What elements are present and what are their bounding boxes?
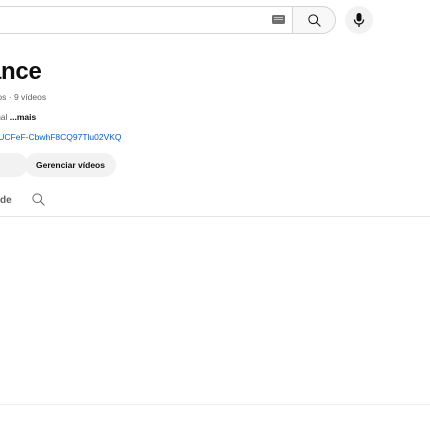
- search-button[interactable]: [292, 6, 336, 34]
- more-link[interactable]: ...mais: [10, 112, 36, 122]
- channel-description-text: e canal: [0, 112, 8, 122]
- channel-url-link[interactable]: l/UCFeF-CbwhF8CQ97Tlu02VKQ: [0, 132, 122, 142]
- search-icon[interactable]: [31, 192, 46, 212]
- channel-name: ance: [0, 58, 42, 85]
- voice-search-button[interactable]: [345, 6, 373, 34]
- content-divider: [0, 404, 430, 405]
- manage-videos-button[interactable]: Gerenciar vídeos: [25, 153, 116, 177]
- search-box[interactable]: [0, 6, 292, 35]
- search-input[interactable]: [11, 7, 275, 35]
- keyboard-icon[interactable]: [272, 15, 285, 24]
- channel-description[interactable]: e canal ...mais: [0, 112, 36, 122]
- search-icon: [308, 14, 321, 27]
- tab-current[interactable]: de: [0, 195, 12, 206]
- microphone-icon: [353, 13, 365, 27]
- customize-channel-button[interactable]: al: [0, 153, 28, 177]
- channel-meta: mil inscritos · 9 vídeos: [0, 92, 47, 102]
- youtube-channel-page: ance mil inscritos · 9 vídeos e canal ..…: [0, 0, 430, 430]
- channel-tabs: de: [0, 190, 430, 216]
- tabs-divider: [0, 216, 430, 217]
- masthead: [0, 0, 430, 42]
